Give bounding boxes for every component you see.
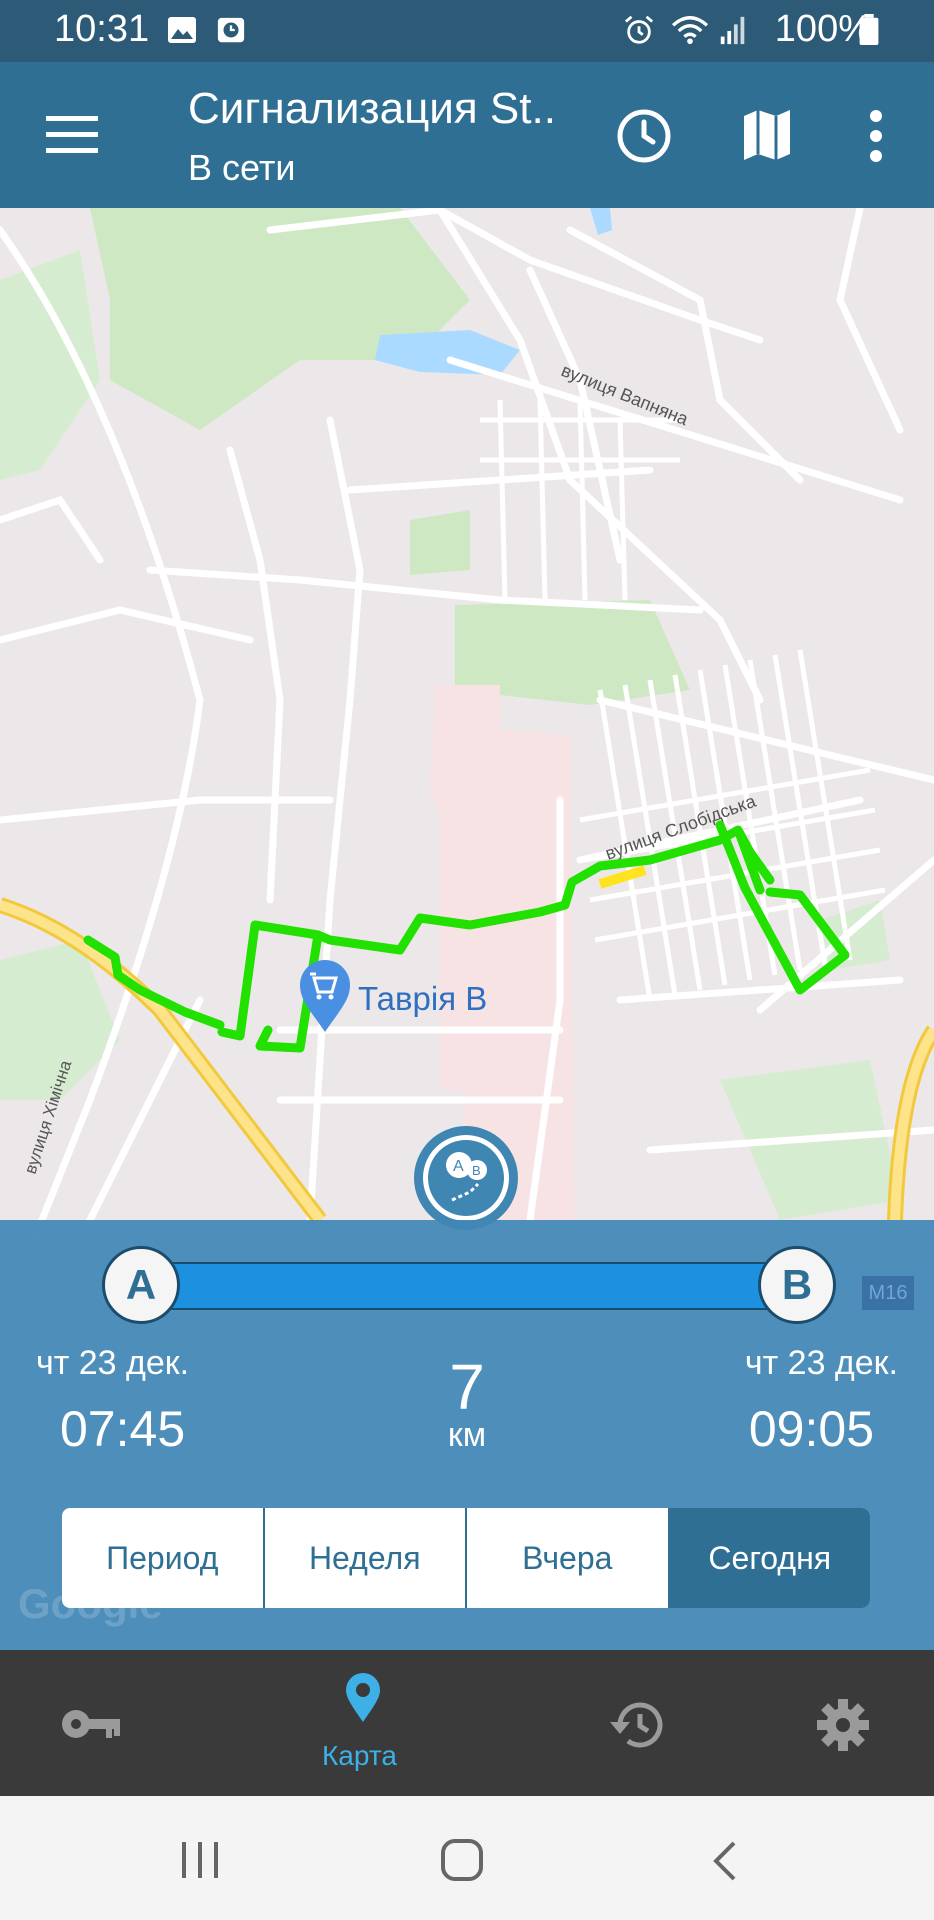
app-bar: Сигнализация St.. В сети — [0, 62, 934, 208]
clock-notification-icon — [217, 17, 245, 43]
tab-week[interactable]: Неделя — [265, 1508, 467, 1608]
park-area — [0, 250, 100, 480]
recent-apps-icon[interactable] — [180, 1840, 220, 1880]
page-title: Сигнализация St.. — [188, 84, 556, 133]
route-slow-segment — [598, 865, 647, 889]
back-icon[interactable] — [710, 1840, 738, 1882]
clock-icon[interactable] — [616, 108, 672, 164]
status-time: 10:31 — [54, 8, 150, 50]
alarm-icon — [624, 15, 654, 44]
lake — [590, 208, 612, 235]
period-selector: Период Неделя Вчера Сегодня — [62, 1508, 870, 1608]
menu-icon[interactable] — [46, 114, 98, 154]
park-area — [410, 510, 470, 575]
end-time: 09:05 — [748, 1401, 874, 1457]
more-options-icon[interactable] — [868, 108, 884, 164]
map-pin-icon[interactable] — [344, 1672, 382, 1724]
trip-range-bar — [140, 1262, 798, 1310]
tab-yesterday[interactable]: Вчера — [467, 1508, 670, 1608]
home-icon[interactable] — [440, 1838, 484, 1882]
end-marker[interactable]: B — [758, 1246, 836, 1324]
key-icon[interactable] — [60, 1706, 122, 1742]
settings-gear-icon[interactable] — [816, 1698, 870, 1752]
svg-text:A: A — [453, 1158, 464, 1175]
route-toggle-button[interactable]: A B — [414, 1126, 518, 1230]
tab-period[interactable]: Период — [62, 1508, 265, 1608]
road-badge: M16 — [862, 1276, 914, 1310]
status-bar: 10:31 100% — [0, 0, 934, 62]
svg-text:B: B — [472, 1163, 481, 1178]
nav-map-label[interactable]: Карта — [322, 1740, 397, 1772]
signal-icon — [720, 16, 745, 45]
lake — [375, 330, 520, 375]
map-icon[interactable] — [742, 108, 792, 162]
battery-icon — [859, 14, 879, 46]
store-label: Таврія В — [358, 980, 487, 1017]
tab-today[interactable]: Сегодня — [669, 1508, 870, 1608]
park-area — [90, 208, 470, 430]
end-date: чт 23 дек. — [744, 1344, 898, 1382]
system-navigation — [0, 1796, 934, 1920]
wifi-icon — [671, 16, 709, 45]
start-marker[interactable]: A — [102, 1246, 180, 1324]
gallery-icon — [168, 17, 196, 43]
bottom-navigation: Карта — [0, 1650, 934, 1796]
connection-status: В сети — [188, 147, 296, 188]
history-icon[interactable] — [608, 1700, 664, 1750]
